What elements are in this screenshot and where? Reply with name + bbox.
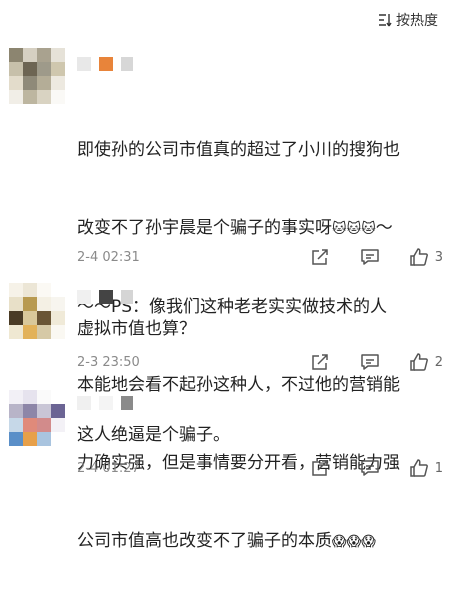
comment-line: 本能地会看不起孙这种人，不过他的营销能 <box>77 375 400 395</box>
sort-label: 按热度 <box>396 13 438 29</box>
username[interactable] <box>77 290 133 304</box>
share-icon[interactable] <box>309 351 331 373</box>
thumbs-up-icon <box>409 458 429 478</box>
comment-line: 即使孙的公司市值真的超过了小川的搜狗也 <box>77 140 400 160</box>
share-icon[interactable] <box>309 246 331 268</box>
comment-meta: 2-3 23:50 2 <box>77 350 443 374</box>
username[interactable] <box>77 396 133 410</box>
avatar[interactable] <box>9 283 65 339</box>
timestamp: 2-3 23:50 <box>77 354 140 370</box>
like-button[interactable]: 2 <box>409 352 443 372</box>
like-button[interactable]: 1 <box>409 458 443 478</box>
comment-segment: 〜 <box>375 218 393 238</box>
comment-meta: 2-4 02:31 3 <box>77 245 443 269</box>
share-icon[interactable] <box>309 457 331 479</box>
comment-line: 公司市值高也改变不了骗子的本质😱😱😱 <box>77 528 443 555</box>
comment-text: 即使孙的公司市值真的超过了小川的搜狗也 改变不了孙宇晨是个骗子的事实呀🐱🐱🐱〜 … <box>77 85 443 607</box>
shocked-emoji-icon: 😱😱😱 <box>332 534 376 550</box>
avatar[interactable] <box>9 48 65 104</box>
like-count: 3 <box>434 249 443 265</box>
reply-icon[interactable] <box>359 246 381 268</box>
comment-line: 改变不了孙宇晨是个骗子的事实呀🐱🐱🐱〜 <box>77 215 443 242</box>
comment-text: 虚拟市值也算？ <box>77 319 196 339</box>
reply-icon[interactable] <box>359 457 381 479</box>
like-count: 1 <box>434 460 443 476</box>
thumbs-up-icon <box>409 247 429 267</box>
comment-segment: 改变不了孙宇晨是个骗子的事实呀 <box>77 218 332 238</box>
thumbs-up-icon <box>409 352 429 372</box>
comment-segment: 公司市值高也改变不了骗子的本质 <box>77 531 332 551</box>
like-count: 2 <box>434 354 443 370</box>
username[interactable] <box>77 57 133 71</box>
like-button[interactable]: 3 <box>409 247 443 267</box>
sort-icon <box>377 12 393 28</box>
cat-emoji-icon: 🐱🐱🐱 <box>332 221 376 237</box>
timestamp: 2-4 02:31 <box>77 249 140 265</box>
comment-meta: 2-4 01:27 1 <box>77 456 443 480</box>
comment-text: 这人绝逼是个骗子。 <box>77 425 230 445</box>
avatar[interactable] <box>9 390 65 446</box>
sort-toggle[interactable]: 按热度 <box>377 10 438 30</box>
timestamp: 2-4 01:27 <box>77 460 140 476</box>
reply-icon[interactable] <box>359 351 381 373</box>
